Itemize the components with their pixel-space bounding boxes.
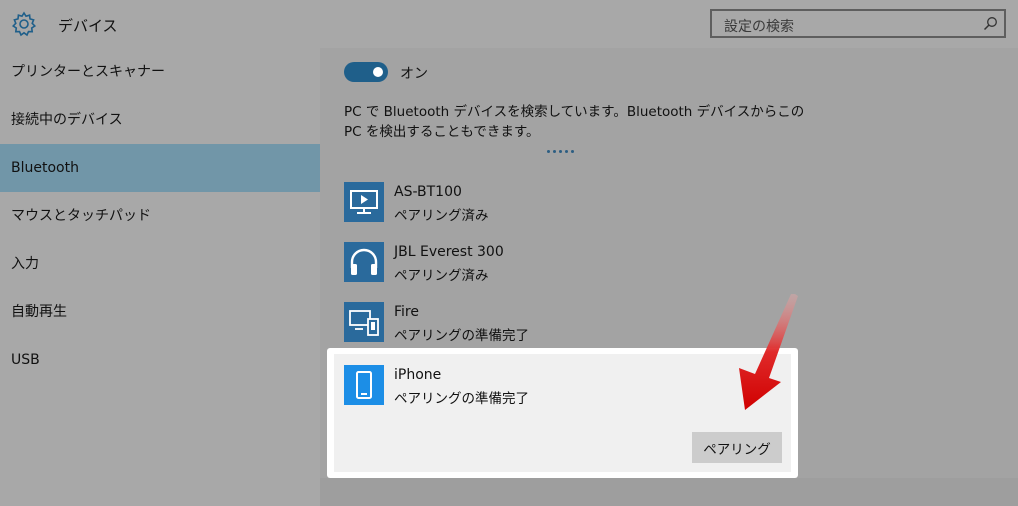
device-item-fire[interactable]: Fire ペアリングの準備完了 xyxy=(344,302,784,346)
sidebar-item-label: USB xyxy=(11,352,40,368)
search-icon[interactable] xyxy=(983,16,998,31)
progress-dot xyxy=(547,150,550,153)
red-arrow-icon xyxy=(739,294,798,410)
sidebar-item-printers-scanners[interactable]: プリンターとスキャナー xyxy=(0,48,320,96)
bluetooth-toggle[interactable] xyxy=(344,62,388,82)
settings-window: デバイス 設定の検索 プリンターとスキャナー 接続中のデバイス Bluetoot… xyxy=(0,0,1018,506)
highlight-frame: iPhone ペアリングの準備完了 ペアリング xyxy=(327,348,798,478)
device-status: ペアリングの準備完了 xyxy=(394,328,529,344)
sidebar-item-typing[interactable]: 入力 xyxy=(0,240,320,288)
bluetooth-description: PC で Bluetooth デバイスを検索しています。Bluetooth デバ… xyxy=(344,104,805,140)
sidebar-item-label: 入力 xyxy=(11,256,39,272)
panel-footer xyxy=(320,478,1018,506)
pair-button[interactable]: ペアリング xyxy=(692,432,782,463)
devices-icon xyxy=(344,302,384,342)
sidebar-item-label: 自動再生 xyxy=(11,304,67,320)
device-name: iPhone xyxy=(394,367,442,383)
monitor-play-icon xyxy=(344,182,384,222)
progress-dot xyxy=(559,150,562,153)
sidebar-item-autoplay[interactable]: 自動再生 xyxy=(0,288,320,336)
sidebar-nav: プリンターとスキャナー 接続中のデバイス Bluetooth マウスとタッチパッ… xyxy=(0,48,320,506)
header-bar: デバイス 設定の検索 xyxy=(0,0,1018,48)
sidebar-item-label: 接続中のデバイス xyxy=(11,112,123,128)
device-status: ペアリングの準備完了 xyxy=(394,391,529,407)
device-status: ペアリング済み xyxy=(394,208,489,224)
progress-dot xyxy=(571,150,574,153)
sidebar-item-usb[interactable]: USB xyxy=(0,336,320,384)
device-item-jbl-everest-300[interactable]: JBL Everest 300 ペアリング済み xyxy=(344,242,784,286)
searching-progress-indicator xyxy=(547,150,574,153)
device-item-iphone[interactable]: iPhone ペアリングの準備完了 ペアリング xyxy=(334,354,791,472)
device-item-as-bt100[interactable]: AS-BT100 ペアリング済み xyxy=(344,182,784,226)
device-name: Fire xyxy=(394,304,419,320)
sidebar-item-label: Bluetooth xyxy=(11,160,79,176)
progress-dot xyxy=(553,150,556,153)
sidebar-item-label: マウスとタッチパッド xyxy=(11,208,151,224)
headphones-icon xyxy=(344,242,384,282)
search-input[interactable]: 設定の検索 xyxy=(724,16,794,36)
device-name: AS-BT100 xyxy=(394,184,462,200)
phone-icon xyxy=(344,365,384,405)
search-box[interactable]: 設定の検索 xyxy=(710,9,1006,38)
device-status: ペアリング済み xyxy=(394,268,489,284)
sidebar-item-label: プリンターとスキャナー xyxy=(11,64,165,80)
toggle-knob xyxy=(373,67,383,77)
gear-icon xyxy=(11,11,37,37)
sidebar-item-bluetooth[interactable]: Bluetooth xyxy=(0,144,320,192)
progress-dot xyxy=(565,150,568,153)
toggle-state-label: オン xyxy=(400,66,428,82)
device-name: JBL Everest 300 xyxy=(394,244,504,260)
page-title: デバイス xyxy=(58,17,118,35)
sidebar-item-mouse-touchpad[interactable]: マウスとタッチパッド xyxy=(0,192,320,240)
sidebar-item-connected-devices[interactable]: 接続中のデバイス xyxy=(0,96,320,144)
